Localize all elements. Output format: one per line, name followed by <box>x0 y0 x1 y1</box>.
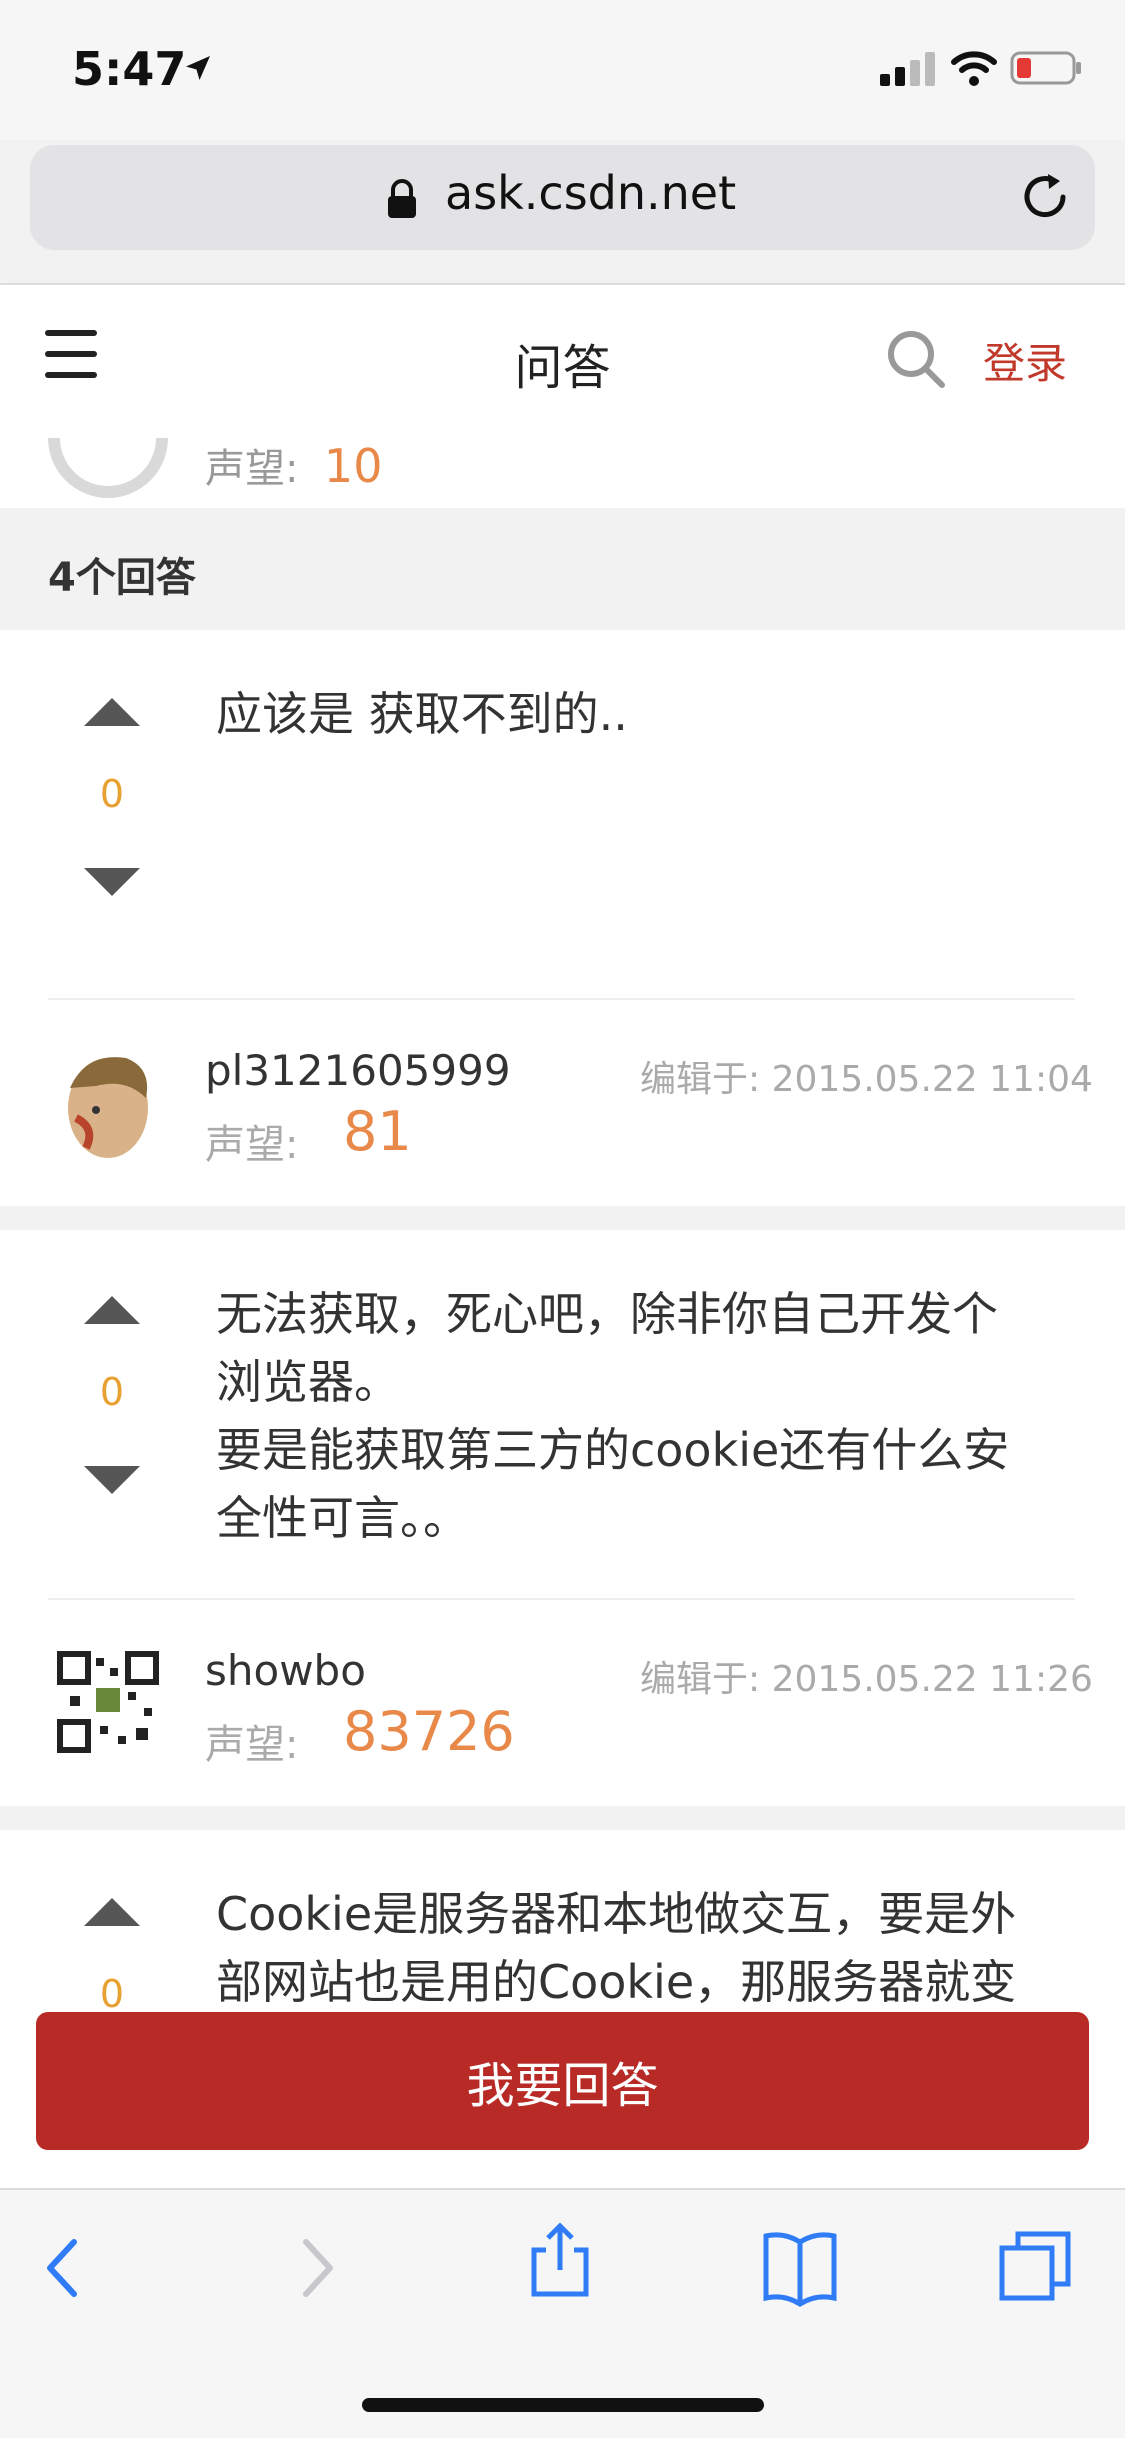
avatar <box>48 438 168 498</box>
url-text[interactable]: ask.csdn.net <box>445 166 736 220</box>
tabs-icon[interactable] <box>996 2226 1076 2306</box>
answers-count: 4个回答 <box>48 555 196 601</box>
avatar[interactable] <box>56 1048 160 1162</box>
answer-text: 应该是 获取不到的.. <box>216 687 628 741</box>
reputation-label: 声望: <box>205 1122 299 1168</box>
downvote-button[interactable] <box>84 868 140 896</box>
back-icon[interactable] <box>24 2228 104 2308</box>
upvote-button[interactable] <box>84 1898 140 1926</box>
upvote-button[interactable] <box>84 1296 140 1324</box>
downvote-button[interactable] <box>84 1466 140 1494</box>
qr-code-avatar-icon <box>56 1648 160 1762</box>
login-link[interactable]: 登录 <box>983 330 1067 391</box>
answer-card: 0 无法获取，死心吧，除非你自己开发个 浏览器。 要是能获取第三方的cookie… <box>0 1230 1125 1806</box>
lock-icon <box>388 179 416 218</box>
vote-count: 0 <box>99 772 125 816</box>
reputation-label: 声望: <box>205 1722 299 1768</box>
username[interactable]: pl3121605999 <box>205 1046 511 1095</box>
divider <box>48 1598 1075 1600</box>
forward-icon[interactable] <box>276 2228 356 2308</box>
user-avatar-icon <box>56 1048 160 1162</box>
vote-count: 0 <box>99 1972 125 2016</box>
bookmarks-icon[interactable] <box>760 2228 840 2308</box>
answer-text: 无法获取，死心吧，除非你自己开发个 浏览器。 要是能获取第三方的cookie还有… <box>216 1287 1010 1545</box>
status-time: 5:47 <box>72 42 187 96</box>
location-arrow-icon <box>186 56 210 80</box>
answer-text: Cookie是服务器和本地做交互，要是外 部网站也是用的Cookie，那服务器就… <box>216 1887 1017 2009</box>
author-reputation: 声望: 10 <box>205 439 383 493</box>
reputation-value: 81 <box>343 1100 412 1163</box>
avatar[interactable] <box>56 1648 160 1762</box>
edit-timestamp: 编辑于: 2015.05.22 11:26 <box>640 1659 1093 1700</box>
reputation-value: 83726 <box>343 1700 515 1763</box>
search-icon[interactable] <box>885 328 947 390</box>
share-icon[interactable] <box>520 2220 600 2300</box>
vote-count: 0 <box>99 1370 125 1414</box>
answer-card: 0 应该是 获取不到的.. pl3121605999 编辑于: 2015.05.… <box>0 630 1125 1206</box>
username[interactable]: showbo <box>205 1646 366 1695</box>
divider <box>48 998 1075 1000</box>
edit-timestamp: 编辑于: 2015.05.22 11:04 <box>640 1059 1093 1100</box>
wifi-icon <box>951 51 997 86</box>
reload-icon[interactable] <box>1018 170 1072 224</box>
question-author-block: 声望: 10 <box>0 438 1125 508</box>
battery-icon <box>1010 51 1081 85</box>
page-title: 问答 <box>514 340 611 396</box>
cellular-signal-icon <box>880 52 935 86</box>
upvote-button[interactable] <box>84 698 140 726</box>
answer-button[interactable]: 我要回答 <box>36 2012 1089 2150</box>
home-indicator <box>362 2398 764 2412</box>
